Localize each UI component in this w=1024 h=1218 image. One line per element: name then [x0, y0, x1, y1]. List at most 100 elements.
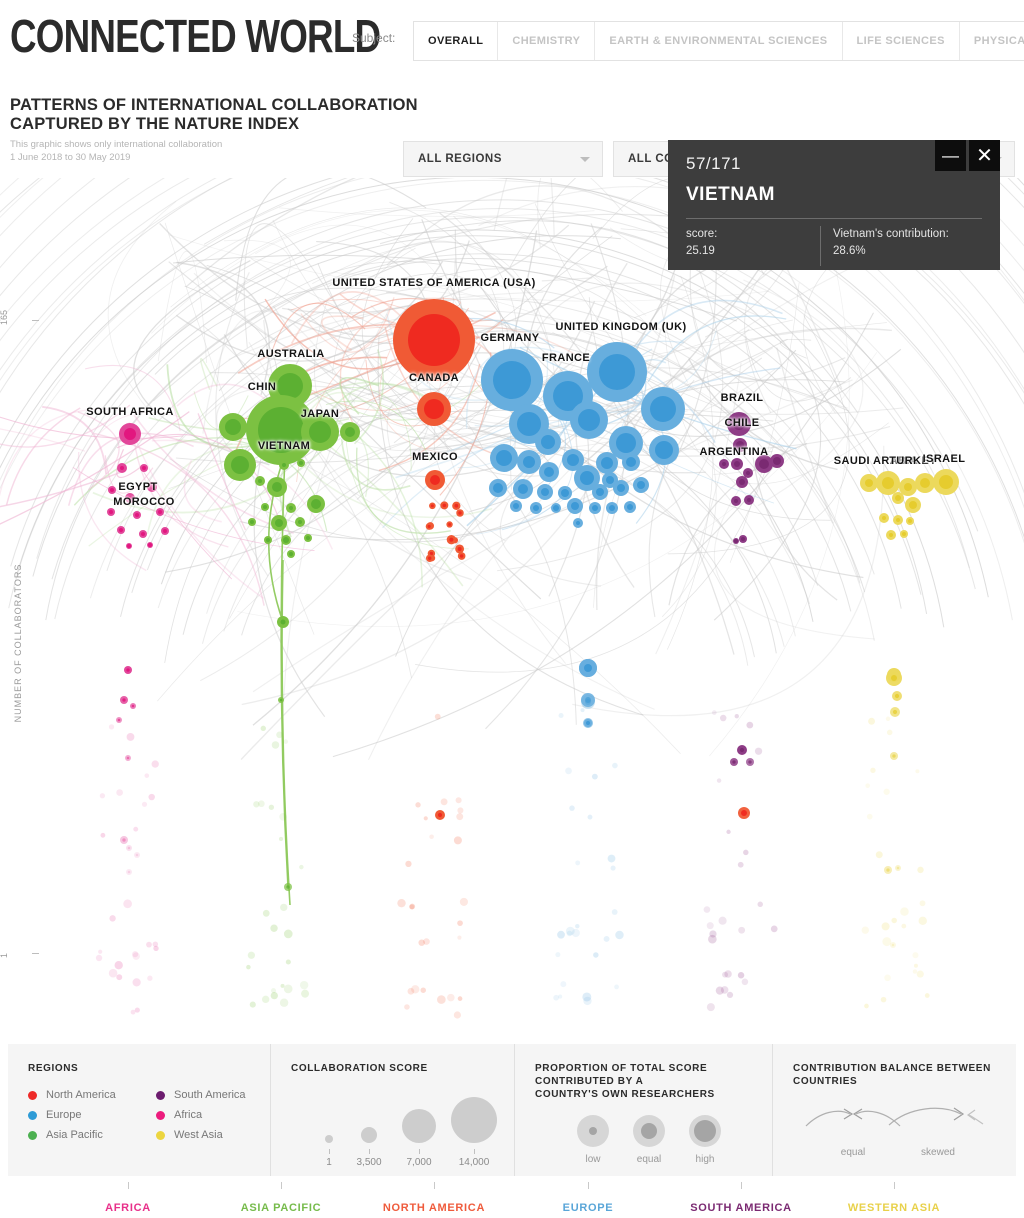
country-node-outer[interactable] — [716, 778, 722, 783]
country-node-outer[interactable] — [134, 1007, 140, 1013]
country-node-outer[interactable] — [870, 767, 876, 773]
country-node-outer[interactable] — [614, 984, 619, 990]
country-node-outer[interactable] — [453, 836, 462, 845]
country-node-outer[interactable] — [95, 954, 103, 962]
country-node-outer[interactable] — [260, 725, 266, 732]
country-label-canada[interactable]: CANADA — [409, 372, 459, 384]
country-node-outer[interactable] — [397, 898, 406, 908]
country-node-outer[interactable] — [301, 989, 310, 998]
regions-dropdown[interactable]: ALL REGIONS — [403, 141, 603, 177]
country-node-outer[interactable] — [757, 901, 763, 907]
country-node-outer[interactable] — [917, 866, 924, 874]
country-node-outer[interactable] — [457, 935, 462, 940]
country-node-outer[interactable] — [868, 717, 876, 725]
country-node-outer[interactable] — [299, 864, 304, 870]
country-node-outer[interactable] — [558, 994, 563, 999]
country-node-outer[interactable] — [741, 978, 749, 986]
country-node-outer[interactable] — [132, 978, 141, 987]
country-node-outer[interactable] — [557, 930, 565, 939]
country-node-outer[interactable] — [865, 783, 871, 789]
country-node-outer[interactable] — [247, 951, 256, 959]
country-node-outer[interactable] — [703, 906, 711, 913]
country-node-outer[interactable] — [565, 926, 575, 936]
country-node-outer[interactable] — [582, 992, 592, 1002]
minimize-icon[interactable]: — — [935, 140, 966, 171]
country-node-outer[interactable] — [734, 714, 739, 719]
country-node-outer[interactable] — [708, 934, 717, 944]
country-node-outer[interactable] — [278, 836, 284, 842]
legend-region-item[interactable]: South America — [156, 1089, 284, 1101]
country-node-outer[interactable] — [912, 952, 919, 959]
country-node-outer[interactable] — [459, 897, 468, 906]
country-node-outer[interactable] — [612, 762, 618, 769]
country-node-outer[interactable] — [423, 816, 428, 821]
country-label-chin[interactable]: CHIN — [248, 381, 277, 393]
country-node-outer[interactable] — [447, 993, 455, 1002]
country-node-outer[interactable] — [141, 801, 148, 807]
country-node-outer[interactable] — [126, 733, 135, 741]
country-node-outer[interactable] — [261, 995, 270, 1004]
country-node-outer[interactable] — [553, 994, 559, 1001]
country-node-outer[interactable] — [108, 724, 115, 730]
country-node-outer[interactable] — [746, 721, 754, 729]
country-node-outer[interactable] — [901, 923, 907, 929]
country-node-outer[interactable] — [884, 974, 891, 982]
legend-region-item[interactable]: North America — [28, 1089, 156, 1101]
country-node-outer[interactable] — [109, 915, 116, 922]
country-label-france[interactable]: FRANCE — [542, 352, 590, 364]
country-node-outer[interactable] — [455, 797, 462, 804]
country-node-outer[interactable] — [881, 922, 890, 931]
country-node-outer[interactable] — [434, 713, 441, 720]
country-node-outer[interactable] — [270, 991, 278, 1000]
country-node-outer[interactable] — [429, 834, 434, 840]
country-node-outer[interactable] — [423, 938, 430, 945]
country-node-outer[interactable] — [299, 980, 309, 990]
legend-region-item[interactable]: Europe — [28, 1109, 156, 1121]
country-node-outer[interactable] — [98, 949, 103, 954]
country-node-outer[interactable] — [270, 924, 278, 932]
country-node-outer[interactable] — [130, 1009, 136, 1015]
country-node-outer[interactable] — [603, 935, 610, 942]
country-node-outer[interactable] — [276, 731, 283, 739]
country-node-outer[interactable] — [420, 987, 426, 993]
country-node-outer[interactable] — [754, 747, 763, 755]
country-node-outer[interactable] — [718, 916, 727, 925]
country-node-outer[interactable] — [108, 968, 118, 978]
country-node-outer[interactable] — [258, 800, 265, 808]
country-node-outer[interactable] — [457, 920, 463, 927]
country-node-outer[interactable] — [116, 974, 123, 981]
country-node-outer[interactable] — [457, 807, 464, 814]
country-node-outer[interactable] — [722, 971, 728, 978]
country-node-outer[interactable] — [891, 917, 897, 924]
country-node-outer[interactable] — [262, 909, 270, 917]
country-node-outer[interactable] — [153, 945, 159, 952]
country-node-outer[interactable] — [770, 925, 778, 933]
country-node-outer[interactable] — [246, 964, 251, 970]
country-node-outer[interactable] — [737, 972, 745, 979]
collaboration-network-chart[interactable]: NUMBER OF COLLABORATORS 165 1 UNITED STA… — [0, 178, 1024, 1214]
country-label-brazil[interactable]: BRAZIL — [721, 392, 764, 404]
country-node-outer[interactable] — [916, 970, 924, 978]
country-node-outer[interactable] — [706, 1003, 715, 1012]
country-label-argentina[interactable]: ARGENTINA — [700, 446, 769, 458]
country-node-outer[interactable] — [569, 805, 575, 811]
subject-tab-overall[interactable]: OVERALL — [414, 22, 499, 60]
country-node-outer[interactable] — [912, 969, 918, 974]
country-node-outer[interactable] — [409, 903, 416, 910]
country-label-united-states-of-america-usa[interactable]: UNITED STATES OF AMERICA (USA) — [332, 277, 535, 289]
subject-tab-earth-environmental-sciences[interactable]: EARTH & ENVIRONMENTAL SCIENCES — [595, 22, 843, 60]
country-node-outer[interactable] — [404, 1004, 410, 1010]
country-node-outer[interactable] — [565, 767, 572, 775]
subject-tab-chemistry[interactable]: CHEMISTRY — [498, 22, 596, 60]
country-node-outer[interactable] — [726, 829, 731, 835]
country-node-outer[interactable] — [861, 926, 870, 934]
country-node-outer[interactable] — [279, 812, 287, 821]
country-node-outer[interactable] — [711, 710, 717, 715]
subject-tab-physical-sciences[interactable]: PHYSICAL SCIENCES — [959, 22, 1024, 60]
country-label-egypt[interactable]: EGYPT — [118, 481, 157, 493]
country-label-germany[interactable]: GERMANY — [480, 332, 539, 344]
country-node-outer[interactable] — [151, 760, 159, 768]
country-node-outer[interactable] — [591, 773, 598, 780]
legend-region-item[interactable]: West Asia — [156, 1129, 284, 1141]
country-node-outer[interactable] — [268, 804, 275, 810]
